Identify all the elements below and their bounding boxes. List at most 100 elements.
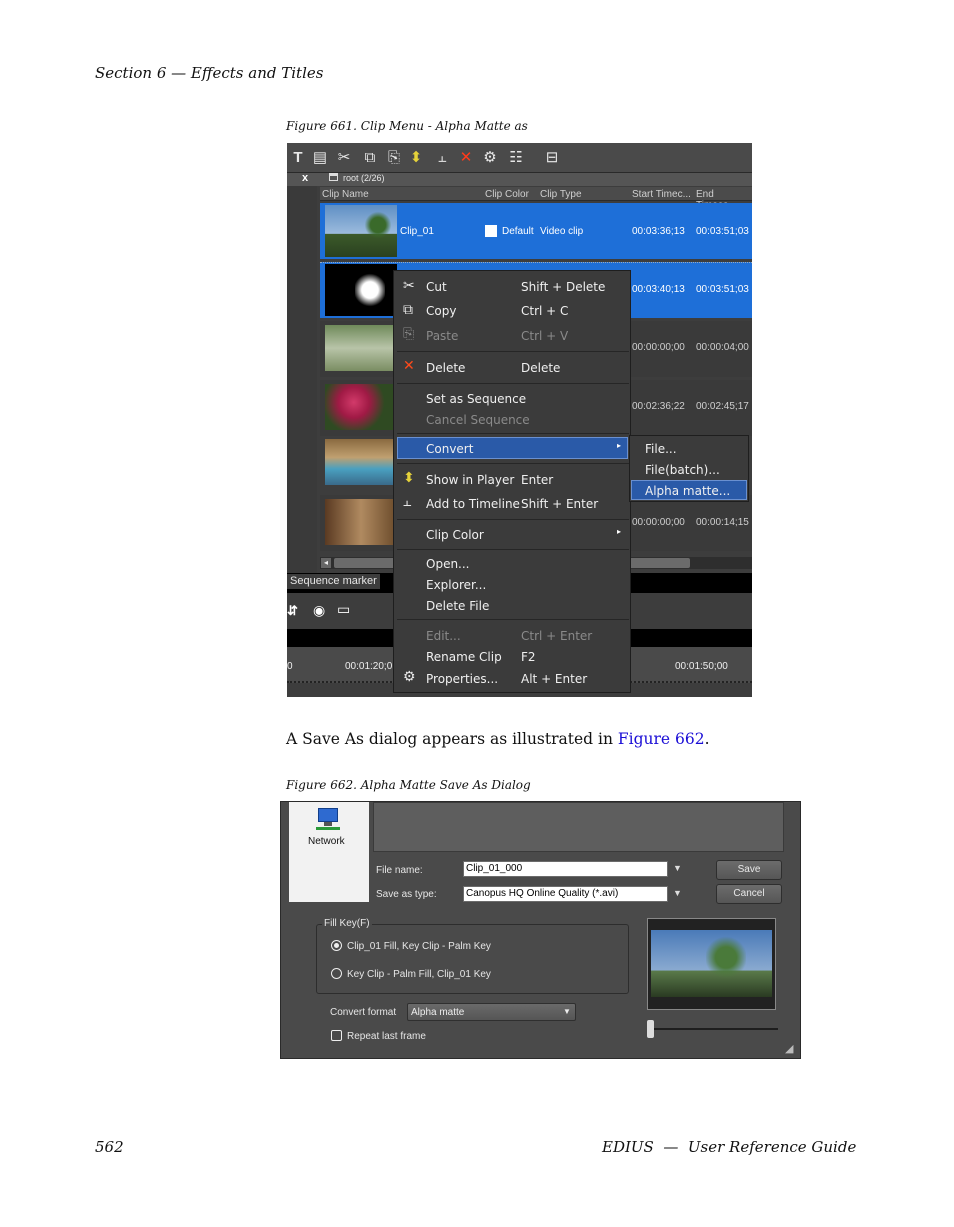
menu-item-cut[interactable]: Cut — [426, 280, 447, 294]
submenu-item-alpha-matte[interactable]: Alpha matte... — [645, 484, 730, 498]
figure-661-caption: Figure 661. Clip Menu - Alpha Matte as — [286, 119, 528, 133]
preview-slider-track[interactable] — [651, 1028, 778, 1030]
color-bars-icon[interactable]: ▤ — [311, 149, 329, 167]
view-icon[interactable]: ☷ — [507, 149, 525, 167]
ruler-timecode: 00:01:20;0 — [345, 661, 393, 672]
col-start-tc[interactable]: Start Timec... — [632, 189, 691, 200]
menu-item-rename-clip[interactable]: Rename Clip — [426, 650, 502, 664]
menu-item-explorer[interactable]: Explorer... — [426, 578, 486, 592]
section-header: Section 6 — Effects and Titles — [95, 64, 324, 82]
add-to-timeline-icon[interactable]: ⫠ — [433, 149, 451, 167]
col-clip-color[interactable]: Clip Color — [485, 189, 529, 200]
file-list-area[interactable] — [373, 802, 784, 852]
option1-radio[interactable] — [331, 940, 342, 951]
preview-frame — [647, 918, 776, 1010]
copy-icon: ⧉ — [403, 301, 413, 317]
network-icon[interactable] — [316, 808, 342, 832]
end-timecode: 00:03:51;03 — [696, 284, 749, 295]
menu-item-edit[interactable]: Edit... — [426, 629, 461, 643]
save-as-type-dropdown-icon[interactable]: ▼ — [673, 888, 682, 898]
clip-context-menu: ✂ Cut Shift + Delete ⧉ Copy Ctrl + C ⎘ P… — [393, 270, 631, 693]
properties-icon: ⚙ — [403, 668, 416, 684]
delete-icon[interactable]: ✕ — [457, 149, 475, 167]
properties-icon[interactable]: ⚙ — [481, 149, 499, 167]
file-name-dropdown-icon[interactable]: ▼ — [673, 863, 682, 873]
cut-icon: ✂ — [403, 277, 415, 293]
option2-label[interactable]: Key Clip - Palm Fill, Clip_01 Key — [347, 969, 491, 980]
menu-separator — [397, 383, 629, 384]
resize-grip-icon[interactable]: ◢ — [785, 1042, 793, 1055]
figure-662-link[interactable]: Figure 662 — [618, 730, 705, 748]
delete-icon: ✕ — [403, 357, 415, 373]
option2-radio[interactable] — [331, 968, 342, 979]
close-bin-icon[interactable]: x — [302, 172, 308, 184]
show-in-player-icon: ⬍ — [403, 469, 415, 485]
window-icon[interactable]: ▭ — [337, 601, 350, 618]
end-timecode: 00:02:45;17 — [696, 401, 749, 412]
preview-slider-handle[interactable] — [647, 1020, 654, 1038]
convert-format-select[interactable]: Alpha matte ▼ — [407, 1003, 576, 1021]
clip-name: Clip_01 — [400, 226, 434, 237]
show-in-player-icon[interactable]: ⬍ — [407, 149, 425, 167]
clip-thumbnail — [325, 264, 397, 316]
menu-item-properties[interactable]: Properties... — [426, 672, 498, 686]
convert-format-label: Convert format — [330, 1007, 397, 1018]
network-label[interactable]: Network — [308, 836, 345, 847]
repeat-last-frame-checkbox[interactable] — [331, 1030, 342, 1041]
clip-thumbnail — [325, 325, 397, 371]
copy-icon[interactable]: ⧉ — [361, 149, 379, 167]
paste-icon[interactable]: ⎘ — [385, 149, 403, 167]
radio-selected-dot — [334, 943, 339, 948]
submenu-item-file[interactable]: File... — [645, 442, 677, 456]
menu-separator — [397, 519, 629, 520]
save-button[interactable]: Save — [716, 860, 782, 880]
menu-item-convert[interactable]: Convert — [426, 442, 473, 456]
col-clip-name[interactable]: Clip Name — [322, 189, 369, 200]
option1-label[interactable]: Clip_01 Fill, Key Clip - Palm Key — [347, 941, 491, 952]
file-name-input[interactable]: Clip_01_000 — [463, 861, 668, 877]
menu-item-delete-file[interactable]: Delete File — [426, 599, 489, 613]
menu-item-delete[interactable]: Delete — [426, 361, 465, 375]
col-clip-type[interactable]: Clip Type — [540, 189, 582, 200]
menu-item-cancel-sequence[interactable]: Cancel Sequence — [426, 413, 530, 427]
repeat-last-frame-label[interactable]: Repeat last frame — [347, 1031, 426, 1042]
start-timecode: 00:00:00;00 — [632, 517, 685, 528]
sync-icon[interactable]: ◉ — [313, 602, 325, 619]
menu-separator — [397, 351, 629, 352]
clip-thumbnail — [325, 205, 397, 257]
menu-item-add-to-timeline[interactable]: Add to Timeline — [426, 497, 520, 511]
shortcut-properties: Alt + Enter — [521, 672, 588, 686]
cancel-button[interactable]: Cancel — [716, 884, 782, 904]
body-text-end: . — [704, 730, 710, 748]
end-timecode: 00:00:14;15 — [696, 517, 749, 528]
briefcase-icon[interactable]: ⊟ — [543, 149, 561, 167]
convert-format-value: Alpha matte — [411, 1007, 465, 1018]
menu-item-paste[interactable]: Paste — [426, 329, 458, 343]
ruler-left-edge: 0 — [287, 661, 293, 672]
preview-image — [651, 930, 772, 997]
submenu-arrow-icon: ▸ — [617, 527, 622, 536]
shortcut-rename: F2 — [521, 650, 536, 664]
title-icon[interactable]: T — [289, 149, 307, 167]
save-as-type-select[interactable]: Canopus HQ Online Quality (*.avi) — [463, 886, 668, 902]
clip-thumbnail — [325, 384, 397, 430]
shortcut-edit: Ctrl + Enter — [521, 629, 593, 643]
clip-color: Default — [502, 226, 534, 237]
shortcut-delete: Delete — [521, 361, 561, 375]
track-patch-icon[interactable]: ⇵ — [287, 603, 298, 619]
start-timecode: 00:03:40;13 — [632, 284, 685, 295]
places-bar: Network — [289, 802, 369, 902]
menu-item-open[interactable]: Open... — [426, 557, 470, 571]
body-text: A Save As dialog appears as illustrated … — [286, 730, 618, 748]
bin-toolbar: T ▤ ✂ ⧉ ⎘ ⬍ ⫠ ✕ ⚙ ☷ ⊟ — [287, 143, 752, 173]
menu-item-show-in-player[interactable]: Show in Player — [426, 473, 514, 487]
menu-item-set-as-sequence[interactable]: Set as Sequence — [426, 392, 526, 406]
menu-item-copy[interactable]: Copy — [426, 304, 456, 318]
scroll-left-icon[interactable]: ◂ — [321, 558, 331, 568]
shortcut-add-to-timeline: Shift + Enter — [521, 497, 599, 511]
sequence-marker-tab[interactable]: Sequence marker — [287, 574, 380, 589]
clip-color-swatch — [485, 225, 497, 237]
cut-icon[interactable]: ✂ — [335, 149, 353, 167]
submenu-item-file-batch[interactable]: File(batch)... — [645, 463, 720, 477]
menu-item-clip-color[interactable]: Clip Color — [426, 528, 484, 542]
